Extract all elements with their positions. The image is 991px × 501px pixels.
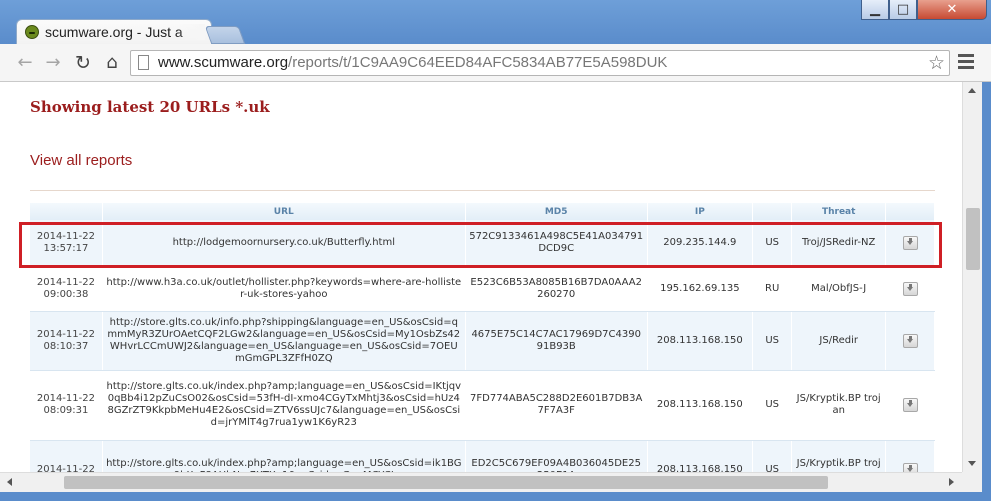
header-ip[interactable]: IP [647,203,754,220]
row-ip[interactable]: 208.113.168.150 [647,370,754,441]
horizontal-scroll-thumb[interactable] [64,476,828,489]
forward-arrow-icon[interactable]: → [42,52,64,74]
back-arrow-icon[interactable]: ← [14,52,36,74]
row-url[interactable]: http://store.glts.co.uk/info.php?shippin… [102,311,466,371]
table-row: 2014-11-22 09:00:38 http://www.h3a.co.uk… [30,267,935,312]
window-frame-bottom [0,492,991,501]
vertical-scroll-thumb[interactable] [966,208,980,270]
page-content: Showing latest 20 URLs *.uk View all rep… [0,82,962,472]
row-threat[interactable]: JS/Kryptik.BP trojan [791,370,887,441]
header-md5[interactable]: MD5 [465,203,648,220]
row-threat[interactable]: Mal/ObfJS-J [791,267,887,312]
download-icon[interactable] [902,398,918,412]
row-ip[interactable]: 195.162.69.135 [647,267,754,312]
window-frame-right [982,82,991,501]
reports-table: URL MD5 IP Threat 2014-11-22 13:57:17 ht… [30,203,935,472]
table-row: 2014-11-22 08:09:31 http://store.glts.co… [30,370,935,441]
table-row: 2014-11-22 http://store.glts.co.uk/index… [30,440,935,472]
url-host: www.scumware.org [158,54,289,71]
row-date: 2014-11-22 [30,440,103,472]
row-date: 2014-11-22 08:09:31 [30,370,103,441]
close-button[interactable]: ✕ [917,0,987,20]
home-icon[interactable]: ⌂ [101,52,123,74]
table-row: 2014-11-22 08:10:37 http://store.glts.co… [30,311,935,371]
section-divider [30,190,935,191]
scroll-left-icon[interactable] [7,478,12,486]
row-md5[interactable]: 7FD774ABA5C288D2E601B7DB3A7F7A3F [465,370,648,441]
header-download [885,203,935,220]
browser-tab[interactable]: scumware.org - Just a [16,19,212,45]
maximize-button[interactable]: □ [889,0,917,20]
download-icon[interactable] [902,282,918,296]
row-country: US [752,370,793,441]
address-bar[interactable]: www.scumware.org/reports/t/1C9AA9C64EED8… [130,50,950,76]
bookmark-star-icon[interactable]: ☆ [928,52,945,74]
window-titlebar: scumware.org - Just a ▁ □ ✕ [0,0,991,45]
horizontal-scrollbar[interactable] [0,472,962,492]
row-country: US [752,440,793,472]
row-date: 2014-11-22 08:10:37 [30,311,103,371]
row-threat[interactable]: JS/Kryptik.BP trojan [791,440,887,472]
page-heading: Showing latest 20 URLs *.uk [30,98,270,116]
row-country: US [752,220,793,268]
row-url[interactable]: http://lodgemoornursery.co.uk/Butterfly.… [102,220,466,268]
row-ip[interactable]: 209.235.144.9 [647,220,754,268]
row-date: 2014-11-22 13:57:17 [30,220,103,268]
row-download [885,267,935,312]
row-md5[interactable]: 572C9133461A498C5E41A034791DCD9C [465,220,648,268]
row-md5[interactable]: 4675E75C14C7AC17969D7C439091B93B [465,311,648,371]
row-ip[interactable]: 208.113.168.150 [647,440,754,472]
row-country: RU [752,267,793,312]
download-icon[interactable] [902,333,918,348]
row-country: US [752,311,793,371]
vertical-scrollbar[interactable] [962,82,982,472]
row-url[interactable]: http://store.glts.co.uk/index.php?amp;la… [102,440,466,472]
new-tab-button[interactable] [204,26,246,44]
reload-icon[interactable]: ↻ [72,52,94,74]
row-ip[interactable]: 208.113.168.150 [647,311,754,371]
header-date [30,203,103,220]
row-download [885,220,935,268]
tab-title: scumware.org - Just a [45,24,205,40]
address-url[interactable]: www.scumware.org/reports/t/1C9AA9C64EED8… [158,54,667,71]
scroll-up-icon[interactable] [968,88,976,93]
header-url[interactable]: URL [102,203,466,220]
scrollbar-corner [962,472,982,492]
row-md5[interactable]: E523C6B53A8085B16B7DA0AAA2260270 [465,267,648,312]
row-download [885,311,935,371]
row-threat[interactable]: JS/Redir [791,311,887,371]
hamburger-menu-icon[interactable] [958,54,974,72]
scroll-down-icon[interactable] [968,461,976,466]
url-path: /reports/t/1C9AA9C64EED84AFC5834AB77E5A5… [288,54,668,71]
download-icon[interactable] [902,236,918,251]
browser-toolbar: ← → ↻ ⌂ www.scumware.org/reports/t/1C9AA… [0,44,991,82]
row-download [885,370,935,441]
scroll-right-icon[interactable] [949,478,954,486]
row-url[interactable]: http://www.h3a.co.uk/outlet/hollister.ph… [102,267,466,312]
site-favicon-icon [25,25,39,39]
row-date: 2014-11-22 09:00:38 [30,267,103,312]
view-all-reports-link[interactable]: View all reports [30,152,132,169]
table-header-row: URL MD5 IP Threat [30,203,935,220]
table-row: 2014-11-22 13:57:17 http://lodgemoornurs… [30,220,935,268]
row-download [885,440,935,472]
minimize-button[interactable]: ▁ [861,0,889,20]
row-md5[interactable]: ED2C5C679EF09A4B036045DE25250E1A [465,440,648,472]
row-url[interactable]: http://store.glts.co.uk/index.php?amp;la… [102,370,466,441]
row-threat[interactable]: Troj/JSRedir-NZ [791,220,887,268]
header-threat[interactable]: Threat [791,203,887,220]
header-country [752,203,793,220]
page-icon [138,55,149,70]
download-icon[interactable] [902,463,918,472]
